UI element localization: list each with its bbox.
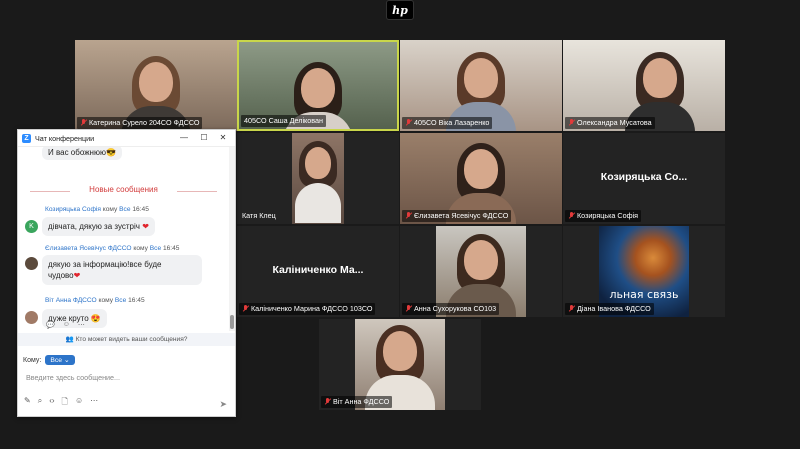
video-tile[interactable]: Анна Сухорукова СО103 [400,226,562,317]
participant-display-name: Козиряцька Со... [600,171,688,183]
video-tile-no-video[interactable]: Каліниченко Ма... Каліниченко Марина ФДС… [237,226,399,317]
screenshot-icon[interactable]: ⌕ [38,396,42,410]
participant-name: Катя Клец [242,211,276,220]
recipient-select[interactable]: Все ⌄ [45,355,75,365]
mic-muted-icon [80,119,87,127]
message-actions: 💬 ☺ ⋯ [46,321,85,329]
video-tile[interactable]: Катерина Сурело 204СО ФДССО [75,40,237,131]
people-icon: 👥 [65,336,74,343]
mic-muted-icon [568,212,575,220]
recipient-row: Кому: Все ⌄ [23,355,75,365]
chat-panel[interactable]: Z Чат конференции — ☐ ✕ И вас обожнюю😎 Н… [17,129,236,417]
more-icon[interactable]: ⋯ [90,396,98,410]
video-tile-active-speaker[interactable]: 405СО Саша Делікован [237,40,399,131]
participant-name: 405СО Віка Лазаренко [402,117,493,129]
privacy-link[interactable]: 👥 Кто может видеть ваши сообщения? [18,333,235,346]
comment-icon[interactable]: 💬 [46,321,55,329]
maximize-icon[interactable]: ☐ [197,132,211,144]
more-icon[interactable]: ⋯ [78,321,85,329]
video-overlay-text: льная связь [609,288,679,301]
video-tile[interactable]: Віт Анна ФДССО [319,319,481,410]
chat-message-meta: Віт Анна ФДССО кому Все 16:45 [45,297,145,304]
chat-toolbar: ✎ ⌕ ‹› 🗋 ☺ ⋯ [24,396,98,410]
avatar [25,257,38,270]
emoji-reaction-icon[interactable]: ☺ [63,321,70,329]
video-tile[interactable]: Олександра Мусатова [563,40,725,131]
chevron-down-icon: ⌄ [63,357,70,364]
mic-muted-icon [405,305,412,313]
hp-logo: hp [386,0,414,20]
zoom-logo-icon: Z [22,133,31,143]
participant-name: 405СО Саша Делікован [241,115,326,127]
heart-emoji-icon: ❤ [142,222,149,231]
mic-muted-icon [568,119,575,127]
chat-message-bubble: дякую за інформацію!все буде чудово❤ [42,255,202,285]
video-tile-no-video[interactable]: Козиряцька Со... Козиряцька Софія [563,133,725,224]
send-icon[interactable]: ➤ [219,399,227,410]
heart-emoji-icon: ❤ [73,271,81,280]
participant-name: Козиряцька Софія [565,210,641,222]
mic-muted-icon [242,305,249,313]
to-label: Кому: [23,356,42,364]
participant-name: Діана Іванова ФДССО [565,303,654,315]
participant-name: Катерина Сурело 204СО ФДССО [77,117,203,129]
chat-message-meta: Козиряцька Софія кому Все 16:45 [45,206,149,213]
code-icon[interactable]: ‹› [49,396,54,410]
mic-muted-icon [405,212,412,220]
mic-muted-icon [405,119,412,127]
participant-name: Каліниченко Марина ФДССО 103СО [239,303,376,315]
participant-name: Віт Анна ФДССО [321,396,393,408]
format-icon[interactable]: ✎ [24,396,31,410]
participant-name: Олександра Мусатова [565,117,655,129]
avatar: K [25,220,38,233]
video-tile[interactable]: Катя Клец [237,133,399,224]
chat-message-meta: Єлизавета Ясевічус ФДССО кому Все 16:45 [45,245,180,252]
video-tile[interactable]: 405СО Віка Лазаренко [400,40,562,131]
chat-scrollbar[interactable] [229,147,235,331]
minimize-icon[interactable]: — [177,132,191,144]
new-messages-separator: Новые сообщения [18,185,229,194]
chat-title: Чат конференции [35,133,95,143]
zoom-meeting-window: hp Катерина Сурело 204СО ФДССО 405СО Саш… [0,0,800,449]
mic-muted-icon [324,398,331,406]
chat-message-bubble: дівчата, дякую за зустріч ❤ [42,217,155,236]
chat-message-list[interactable]: И вас обожнюю😎 Новые сообщения Козиряцьк… [18,147,229,331]
emoji-icon[interactable]: ☺ [75,396,83,410]
participant-name: Анна Сухорукова СО103 [402,303,500,315]
close-icon[interactable]: ✕ [216,132,230,144]
mic-muted-icon [568,305,575,313]
chat-message-input[interactable]: Введите здесь сообщение... [26,373,120,382]
avatar [25,311,38,324]
participant-display-name: Каліниченко Ма... [272,264,364,276]
video-tile[interactable]: Єлизавета Ясевічус ФДССО [400,133,562,224]
chat-message-bubble: И вас обожнюю😎 [42,147,122,160]
video-tile[interactable]: льная связь Діана Іванова ФДССО [563,226,725,317]
chat-scrollbar-thumb[interactable] [230,315,234,329]
participant-name: Єлизавета Ясевічус ФДССО [402,210,512,222]
file-icon[interactable]: 🗋 [62,396,68,410]
